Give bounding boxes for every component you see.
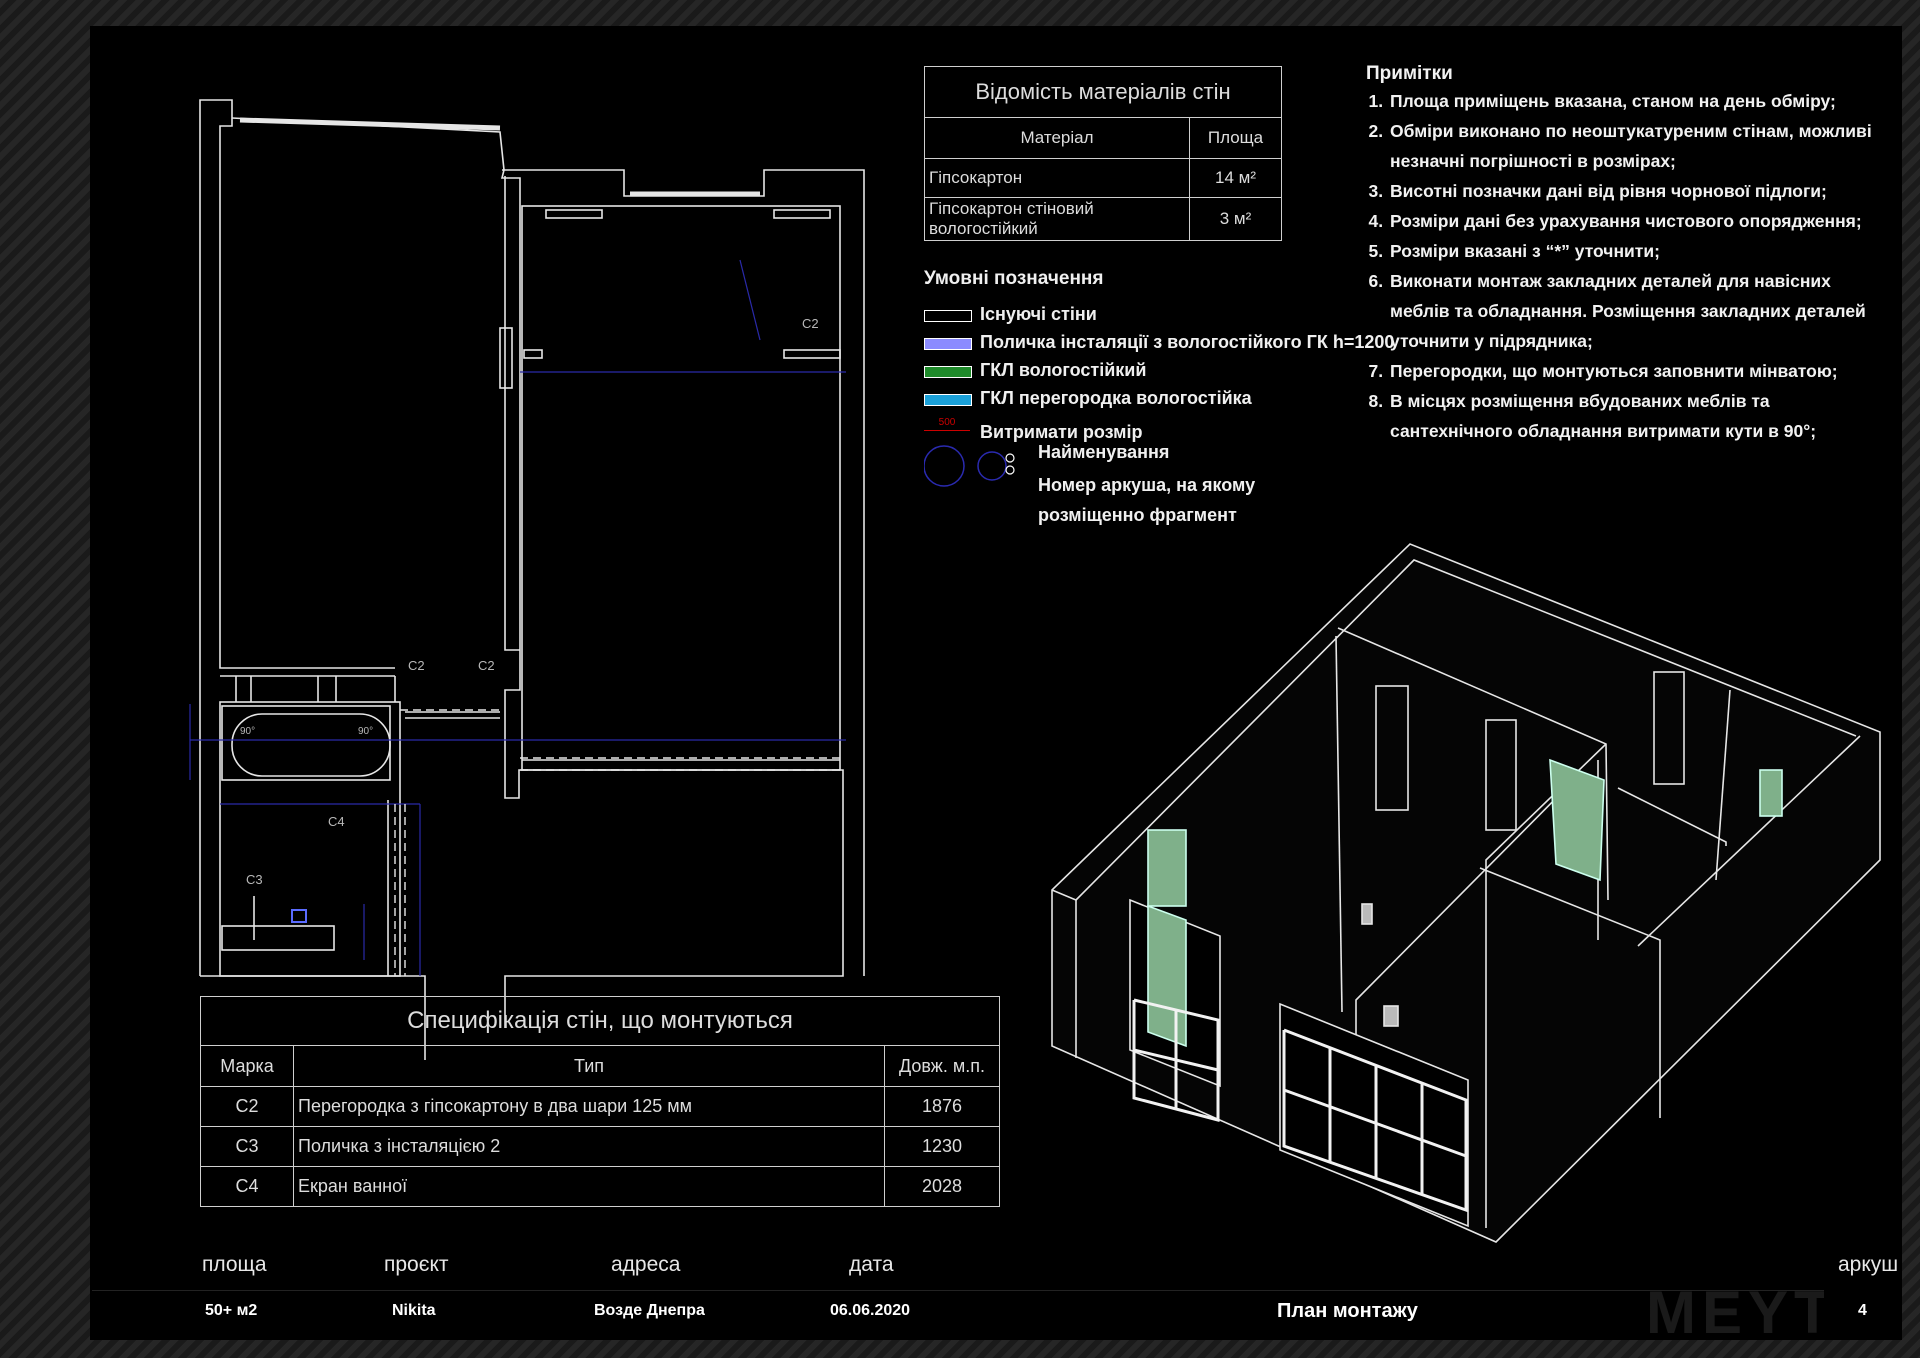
footer-sheet-title: План монтажу — [1277, 1300, 1418, 1322]
footer-address-value: Возде Днепра — [594, 1302, 705, 1319]
spec-table: Специфікація стін, що монтуються Марка Т… — [200, 996, 1000, 1207]
materials-row-area: 3 м² — [1189, 197, 1282, 241]
table-row: С4 Екран ванної 2028 — [200, 1166, 1000, 1207]
c2-label-a: С2 — [802, 316, 819, 331]
section-marker-icon — [924, 445, 1015, 487]
c2-label-c: С2 — [478, 658, 495, 673]
dashed-partitions — [394, 709, 840, 976]
footer-sheet-value: 4 — [1858, 1302, 1867, 1319]
footer-sheet-label: аркуш — [1838, 1253, 1899, 1276]
spec-header-type: Тип — [293, 1045, 885, 1087]
note-item: Виконати монтаж закладних деталей для на… — [1388, 266, 1886, 356]
company-logo: MEYT — [1646, 1279, 1837, 1346]
materials-table: Відомість матеріалів стін Матеріал Площа… — [924, 66, 1282, 241]
angle-label-b: 90° — [358, 726, 373, 737]
footer-date-value: 06.06.2020 — [830, 1302, 911, 1319]
footer-address-label: адреса — [611, 1253, 681, 1276]
footer-bar — [92, 1290, 1902, 1335]
materials-row-material: Гіпсокартон — [924, 158, 1190, 198]
table-row: С3 Поличка з інсталяцією 2 1230 — [200, 1126, 1000, 1167]
note-item: В місцях розміщення вбудованих меблів та… — [1388, 386, 1886, 446]
spec-header-length: Довж. м.п. — [884, 1045, 1000, 1087]
footer-area-label: площа — [202, 1253, 267, 1276]
materials-header-material: Матеріал — [924, 117, 1190, 159]
spec-type: Екран ванної — [293, 1166, 885, 1207]
footer-project-label: проєкт — [384, 1253, 449, 1276]
materials-table-title: Відомість матеріалів стін — [924, 66, 1282, 118]
notes-block: Примітки Площа приміщень вказана, станом… — [1366, 62, 1886, 446]
spec-mark: С2 — [200, 1086, 294, 1127]
notes-title: Примітки — [1366, 63, 1453, 84]
spec-length: 1230 — [884, 1126, 1000, 1167]
existing-walls — [199, 99, 865, 1060]
note-item: Розміри вказані з “*” уточнити; — [1388, 236, 1886, 266]
spec-mark: С4 — [200, 1166, 294, 1207]
note-item: Розміри дані без урахування чистового оп… — [1388, 206, 1886, 236]
legend-title: Умовні позначення — [924, 268, 1104, 289]
notes-list: Площа приміщень вказана, станом на день … — [1366, 86, 1886, 446]
materials-header-area: Площа — [1189, 117, 1282, 159]
angle-label-a: 90° — [240, 726, 255, 737]
c2-label-b: С2 — [408, 658, 425, 673]
spec-header-mark: Марка — [200, 1045, 294, 1087]
spec-type: Перегородка з гіпсокартону в два шари 12… — [293, 1086, 885, 1127]
footer-area-value: 50+ м2 — [205, 1302, 258, 1319]
legend-dimension-sample: 500 — [924, 416, 970, 431]
spec-length: 1876 — [884, 1086, 1000, 1127]
legend-swatch — [924, 394, 972, 406]
materials-row-material: Гіпсокартон стіновий вологостійкий — [924, 197, 1190, 241]
legend-swatch — [924, 310, 972, 322]
spec-length: 2028 — [884, 1166, 1000, 1207]
legend-item-sheet-number: Номер аркуша, на якому розміщенно фрагме… — [1038, 475, 1256, 525]
footer-date-label: дата — [849, 1253, 894, 1276]
c4-label: С4 — [328, 814, 345, 829]
dimension-lines — [189, 259, 846, 976]
footer-project-value: Nikita — [392, 1302, 436, 1319]
legend-item-name: Найменування — [1038, 442, 1170, 462]
note-item: Площа приміщень вказана, станом на день … — [1388, 86, 1886, 116]
note-item: Перегородки, що монтуються заповнити мін… — [1388, 356, 1886, 386]
installation-marker — [291, 909, 307, 923]
note-item: Висотні позначки дані від рівня чорнової… — [1388, 176, 1886, 206]
spec-table-title: Специфікація стін, що монтуються — [200, 996, 1000, 1046]
table-row: С2 Перегородка з гіпсокартону в два шари… — [200, 1086, 1000, 1127]
note-item: Обміри виконано по неоштукатуреним стіна… — [1388, 116, 1886, 176]
spec-type: Поличка з інсталяцією 2 — [293, 1126, 885, 1167]
materials-row-area: 14 м² — [1189, 158, 1282, 198]
legend-swatch — [924, 366, 972, 378]
plan-labels: С2 С2 С2 С3 С4 90° 90° — [240, 316, 819, 887]
c3-label: С3 — [246, 872, 263, 887]
legend-swatch — [924, 338, 972, 350]
spec-mark: С3 — [200, 1126, 294, 1167]
legend: Умовні позначення Існуючі стіни Поличка … — [924, 268, 1394, 525]
